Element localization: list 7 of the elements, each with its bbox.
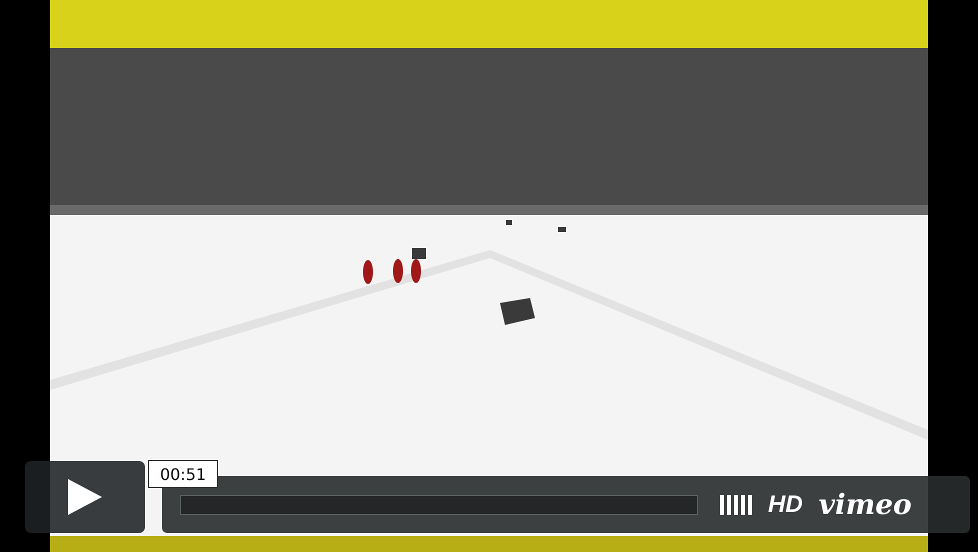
play-button[interactable] bbox=[25, 461, 145, 533]
volume-icon[interactable] bbox=[720, 494, 752, 514]
play-icon bbox=[68, 479, 102, 515]
progress-bar[interactable] bbox=[180, 494, 698, 514]
vimeo-logo[interactable]: vimeo bbox=[818, 488, 912, 521]
timecode-tooltip: 00:51 bbox=[148, 460, 218, 488]
hd-button[interactable]: HD bbox=[768, 490, 803, 518]
